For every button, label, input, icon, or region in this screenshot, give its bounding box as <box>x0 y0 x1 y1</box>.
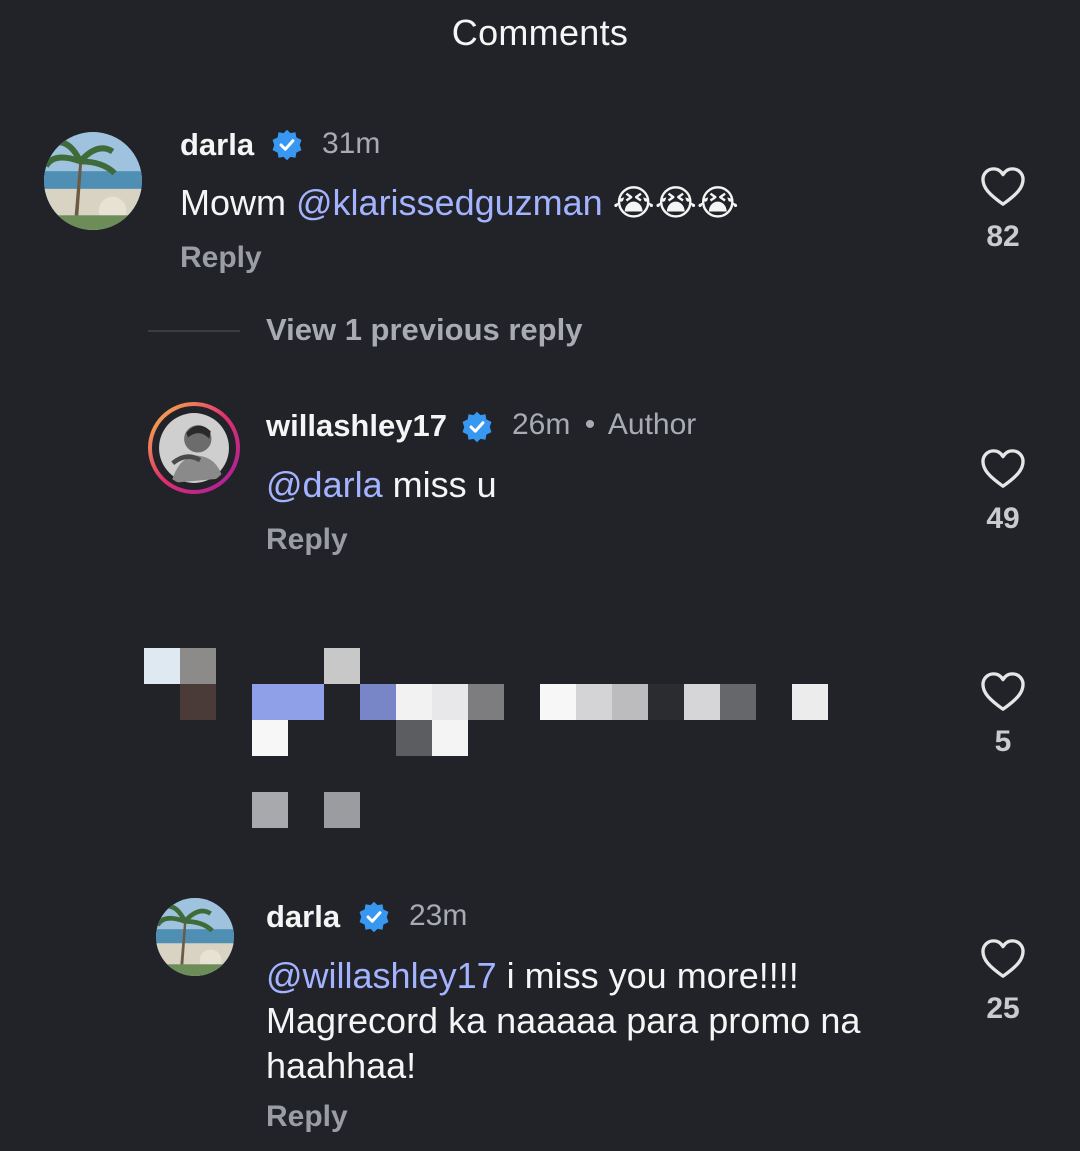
comment-time: 26m <box>512 408 571 441</box>
comment-username[interactable]: darla <box>180 127 254 163</box>
comments-sheet: Comments darla 31m Mowm @klarissedguzman… <box>0 0 1080 1151</box>
meta-separator: • <box>584 408 596 441</box>
view-replies-button[interactable]: View 1 previous reply <box>266 312 582 348</box>
like-count: 5 <box>994 725 1012 758</box>
reply-button[interactable]: Reply <box>266 1100 348 1134</box>
comment-text: @willashley17 i miss you more!!!! Magrec… <box>266 953 860 1088</box>
avatar[interactable] <box>44 132 142 230</box>
heart-icon[interactable] <box>980 938 1026 980</box>
comment-time: 23m <box>409 899 468 932</box>
mention-link[interactable]: @klarissedguzman <box>296 182 603 223</box>
comment-text: @darla miss u <box>266 462 497 507</box>
heart-icon[interactable] <box>980 166 1026 208</box>
like-count: 25 <box>986 992 1020 1025</box>
emoji: 😭😭😭 <box>602 182 739 223</box>
comment-body: haahhaa! <box>266 1045 417 1086</box>
comment-body: Magrecord ka naaaaa para promo na <box>266 1000 861 1041</box>
mention-link[interactable]: @willashley17 <box>266 955 497 996</box>
like-control: 5 <box>973 671 1033 759</box>
comment-meta: 26m • Author <box>512 408 696 442</box>
comment-username[interactable]: darla <box>266 899 340 935</box>
comment-time: 31m <box>322 127 381 160</box>
heart-icon[interactable] <box>980 671 1026 713</box>
comment-body: Mowm <box>180 182 296 223</box>
like-control: 82 <box>973 166 1033 254</box>
comment-body: miss u <box>382 464 497 505</box>
comment-body: i miss you more!!!! <box>496 955 799 996</box>
avatar[interactable] <box>148 402 240 494</box>
mention-link[interactable]: @darla <box>266 464 383 505</box>
thread-divider <box>148 330 240 332</box>
like-count: 82 <box>986 220 1020 253</box>
avatar[interactable] <box>156 898 234 976</box>
comment-username[interactable]: willashley17 <box>266 408 447 444</box>
page-title: Comments <box>451 12 629 53</box>
like-control: 49 <box>973 448 1033 536</box>
like-count: 49 <box>986 502 1020 535</box>
verified-badge-icon <box>462 411 492 443</box>
comment-text: Mowm @klarissedguzman 😭😭😭 <box>180 180 739 225</box>
reply-button[interactable]: Reply <box>266 523 348 557</box>
heart-icon[interactable] <box>980 448 1026 490</box>
like-control: 25 <box>973 938 1033 1026</box>
verified-badge-icon <box>359 901 389 933</box>
reply-button[interactable]: Reply <box>180 241 262 275</box>
verified-badge-icon <box>272 129 302 161</box>
author-tag: Author <box>607 408 697 441</box>
